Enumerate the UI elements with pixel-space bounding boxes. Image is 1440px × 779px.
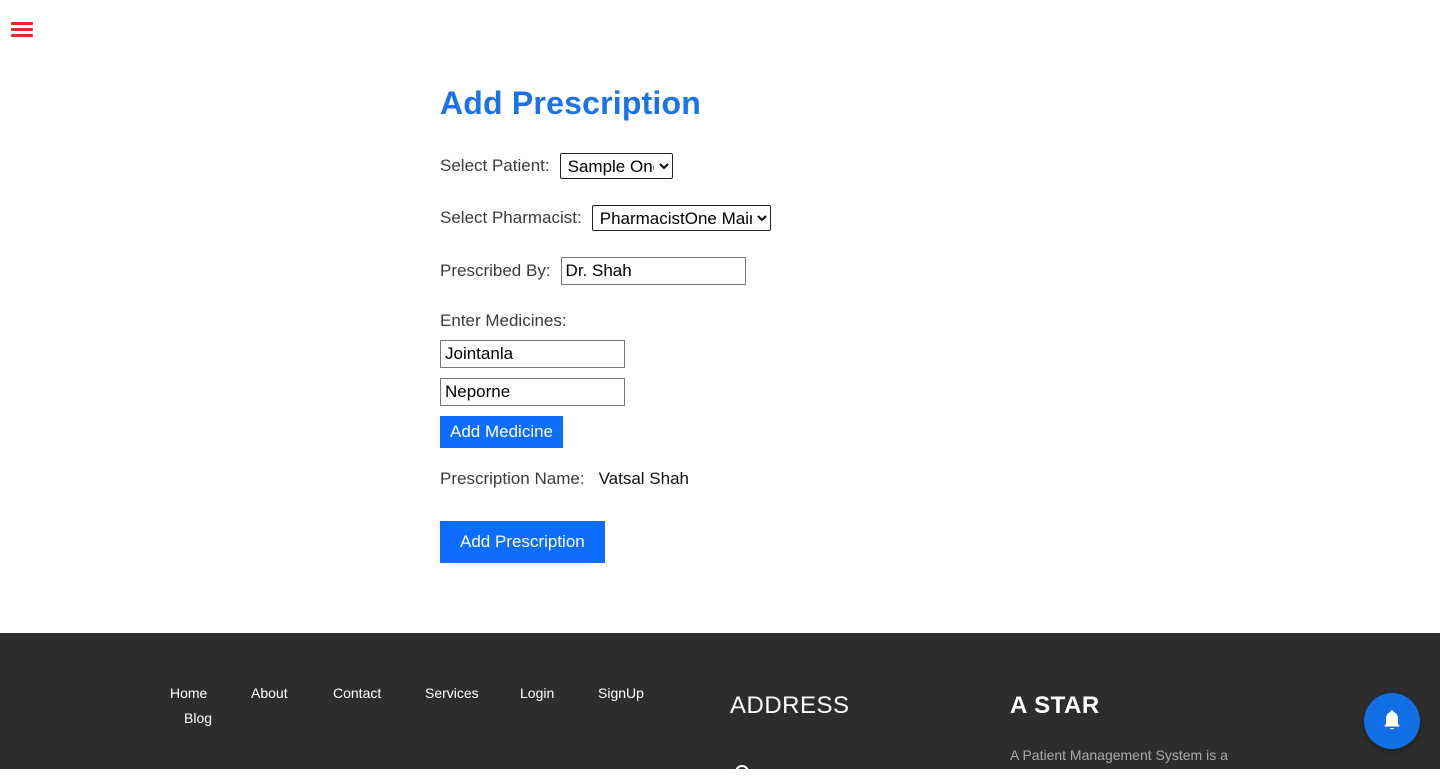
add-prescription-form: Add Prescription Select Patient: Sample … [440,80,1040,563]
prescription-name-input[interactable] [594,469,795,489]
prescribed-by-input[interactable] [560,257,746,285]
prescribed-by-label: Prescribed By: [440,261,551,280]
footer-link-blog[interactable]: Blog [184,710,212,726]
notification-button[interactable] [1364,693,1420,749]
site-footer: Home About Contact Services Login SignUp… [0,633,1440,779]
footer-link-home[interactable]: Home [170,685,207,701]
bell-icon [1384,710,1400,730]
patient-select[interactable]: Sample One [559,153,673,179]
footer-link-about[interactable]: About [251,685,288,701]
footer-brand-title: A STAR [1010,692,1100,719]
prescribed-by-row: Prescribed By: [440,257,746,285]
patient-row: Select Patient: Sample One [440,153,673,179]
add-medicine-button[interactable]: Add Medicine [440,416,564,448]
pharmacist-label: Select Pharmacist: [440,208,582,227]
hamburger-menu-icon[interactable] [11,21,33,39]
pharmacist-row: Select Pharmacist: PharmacistOne Main [440,205,771,231]
page-title: Add Prescription [440,85,702,121]
medicines-label: Enter Medicines: [440,311,567,330]
patient-label: Select Patient: [440,156,550,175]
footer-brand-description: A Patient Management System is a [1010,747,1228,763]
footer-link-login[interactable]: Login [520,685,554,701]
prescription-name-row: Prescription Name: [440,469,795,489]
pharmacist-select[interactable]: PharmacistOne Main [591,205,771,231]
medicines-row: Enter Medicines: [440,311,567,331]
footer-address-title: ADDRESS [730,692,850,719]
footer-link-services[interactable]: Services [425,685,479,701]
add-prescription-button[interactable]: Add Prescription [440,521,605,563]
medicine-input-1[interactable] [440,340,625,368]
footer-link-contact[interactable]: Contact [333,685,381,701]
medicine-input-2[interactable] [440,378,625,406]
prescription-name-label: Prescription Name: [440,469,585,488]
map-pin-icon [735,765,749,779]
footer-link-signup[interactable]: SignUp [598,685,644,701]
